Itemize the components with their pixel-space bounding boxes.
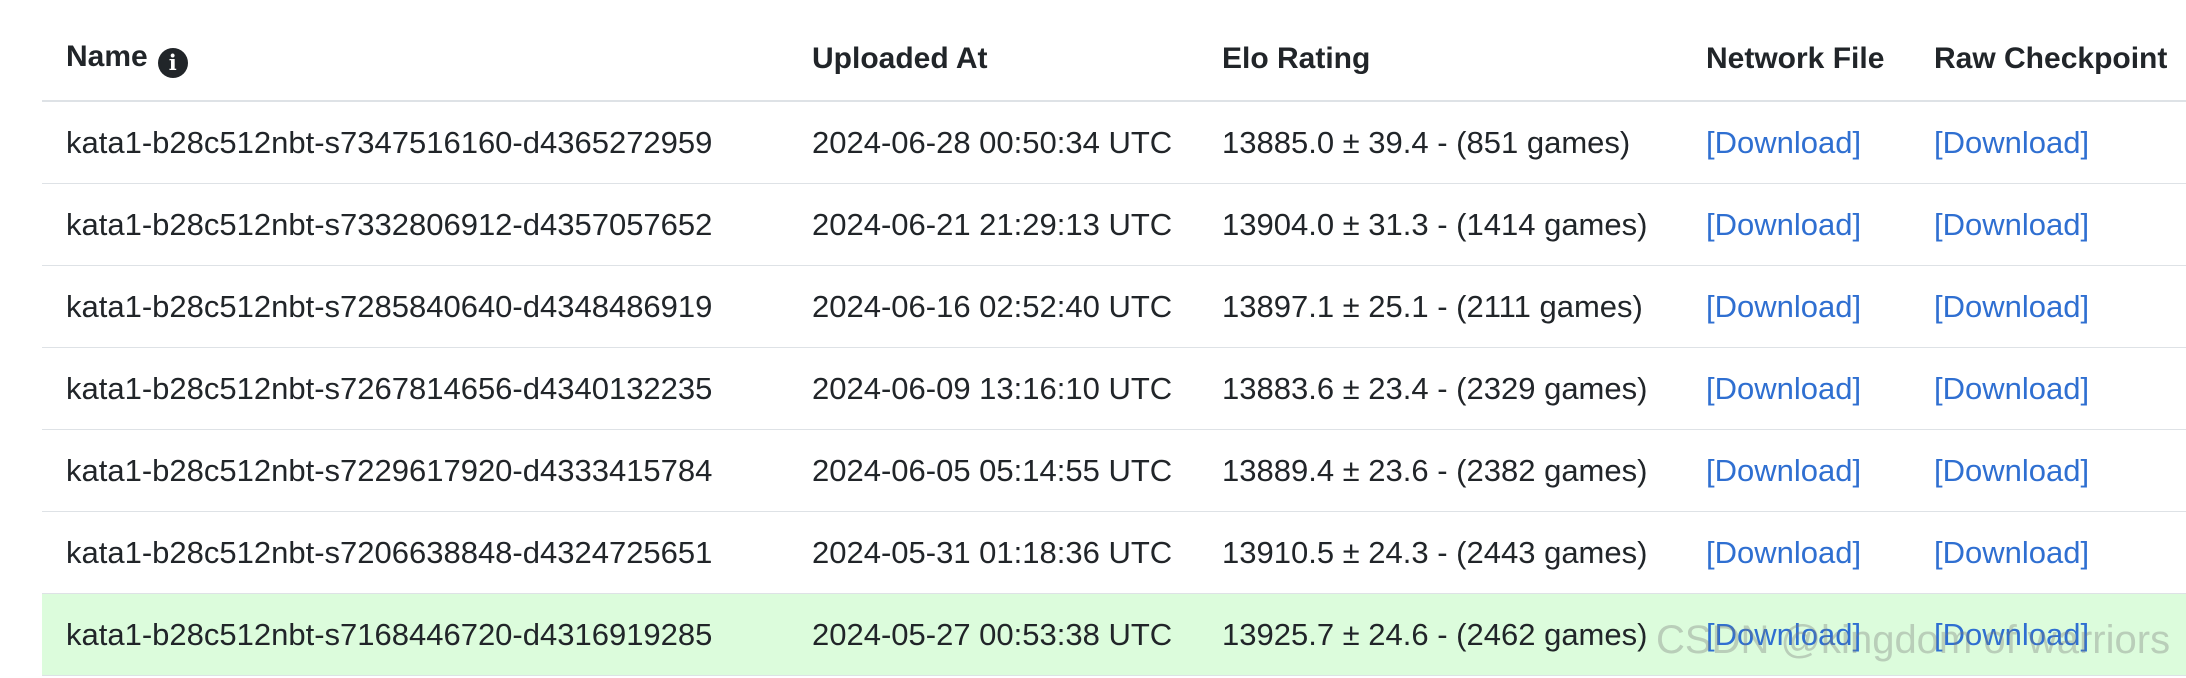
raw-checkpoint-download-link[interactable]: [Download] [1934, 207, 2089, 242]
column-header-name-label: Name [66, 40, 148, 73]
uploaded-at-cell: 2024-06-05 05:14:55 UTC [788, 429, 1198, 512]
table-row: kata1-b28c512nbt-s7285840640-d4348486919… [42, 265, 2186, 348]
raw-checkpoint-download-link[interactable]: [Download] [1934, 125, 2089, 160]
network-file-cell: [Download] [1682, 265, 1910, 348]
elo-rating-cell: 13925.7 ± 24.6 - (2462 games) [1198, 593, 1682, 676]
uploaded-at-cell: 2024-05-31 01:18:36 UTC [788, 511, 1198, 594]
table-row: kata1-b28c512nbt-s7267814656-d4340132235… [42, 347, 2186, 430]
table-row: kata1-b28c512nbt-s7206638848-d4324725651… [42, 511, 2186, 594]
network-file-cell: [Download] [1682, 511, 1910, 594]
uploaded-at-cell: 2024-05-27 00:53:38 UTC [788, 593, 1198, 676]
table-row-highlighted: kata1-b28c512nbt-s7168446720-d4316919285… [42, 593, 2186, 676]
network-name-cell: kata1-b28c512nbt-s7206638848-d4324725651 [42, 511, 788, 594]
uploaded-at-cell: 2024-06-09 13:16:10 UTC [788, 347, 1198, 430]
info-icon[interactable]: i [157, 48, 188, 78]
elo-rating-cell: 13897.1 ± 25.1 - (2111 games) [1198, 265, 1682, 348]
raw-checkpoint-cell: [Download] [1910, 429, 2186, 512]
raw-checkpoint-download-link[interactable]: [Download] [1934, 617, 2089, 652]
uploaded-at-cell: 2024-06-21 21:29:13 UTC [788, 183, 1198, 266]
elo-rating-cell: 13885.0 ± 39.4 - (851 games) [1198, 101, 1682, 184]
table-body: kata1-b28c512nbt-s7347516160-d4365272959… [42, 101, 2186, 676]
elo-rating-cell: 13910.5 ± 24.3 - (2443 games) [1198, 511, 1682, 594]
raw-checkpoint-cell: [Download] [1910, 511, 2186, 594]
network-name-cell: kata1-b28c512nbt-s7285840640-d4348486919 [42, 265, 788, 348]
elo-rating-cell: 13904.0 ± 31.3 - (1414 games) [1198, 183, 1682, 266]
network-file-download-link[interactable]: [Download] [1706, 125, 1861, 160]
column-header-raw-checkpoint: Raw Checkpoint [1910, 18, 2186, 102]
network-name-cell: kata1-b28c512nbt-s7168446720-d4316919285 [42, 593, 788, 676]
uploaded-at-cell: 2024-06-16 02:52:40 UTC [788, 265, 1198, 348]
column-header-network-file: Network File [1682, 18, 1910, 102]
network-file-cell: [Download] [1682, 101, 1910, 184]
column-header-elo: Elo Rating [1198, 18, 1682, 102]
network-file-cell: [Download] [1682, 593, 1910, 676]
network-file-cell: [Download] [1682, 347, 1910, 430]
raw-checkpoint-cell: [Download] [1910, 265, 2186, 348]
table-row: kata1-b28c512nbt-s7332806912-d4357057652… [42, 183, 2186, 266]
raw-checkpoint-download-link[interactable]: [Download] [1934, 289, 2089, 324]
table-header-row: Name i Uploaded At Elo Rating Network Fil… [42, 18, 2186, 102]
raw-checkpoint-cell: [Download] [1910, 347, 2186, 430]
network-file-cell: [Download] [1682, 429, 1910, 512]
table-header: Name i Uploaded At Elo Rating Network Fil… [42, 18, 2186, 102]
network-file-download-link[interactable]: [Download] [1706, 535, 1861, 570]
network-name-cell: kata1-b28c512nbt-s7332806912-d4357057652 [42, 183, 788, 266]
network-name-cell: kata1-b28c512nbt-s7229617920-d4333415784 [42, 429, 788, 512]
table-row: kata1-b28c512nbt-s7229617920-d4333415784… [42, 429, 2186, 512]
network-file-download-link[interactable]: [Download] [1706, 289, 1861, 324]
network-file-download-link[interactable]: [Download] [1706, 617, 1861, 652]
network-name-cell: kata1-b28c512nbt-s7267814656-d4340132235 [42, 347, 788, 430]
raw-checkpoint-cell: [Download] [1910, 593, 2186, 676]
column-header-uploaded: Uploaded At [788, 18, 1198, 102]
raw-checkpoint-download-link[interactable]: [Download] [1934, 535, 2089, 570]
raw-checkpoint-cell: [Download] [1910, 101, 2186, 184]
elo-rating-cell: 13883.6 ± 23.4 - (2329 games) [1198, 347, 1682, 430]
uploaded-at-cell: 2024-06-28 00:50:34 UTC [788, 101, 1198, 184]
network-name-cell: kata1-b28c512nbt-s7347516160-d4365272959 [42, 101, 788, 184]
elo-rating-cell: 13889.4 ± 23.6 - (2382 games) [1198, 429, 1682, 512]
raw-checkpoint-cell: [Download] [1910, 183, 2186, 266]
column-header-name: Name i [42, 18, 788, 102]
network-file-cell: [Download] [1682, 183, 1910, 266]
table-row: kata1-b28c512nbt-s7347516160-d4365272959… [42, 101, 2186, 184]
raw-checkpoint-download-link[interactable]: [Download] [1934, 371, 2089, 406]
networks-table: Name i Uploaded At Elo Rating Network Fil… [42, 18, 2186, 676]
networks-table-container: Name i Uploaded At Elo Rating Network Fil… [42, 18, 2186, 676]
network-file-download-link[interactable]: [Download] [1706, 207, 1861, 242]
raw-checkpoint-download-link[interactable]: [Download] [1934, 453, 2089, 488]
network-file-download-link[interactable]: [Download] [1706, 371, 1861, 406]
network-file-download-link[interactable]: [Download] [1706, 453, 1861, 488]
